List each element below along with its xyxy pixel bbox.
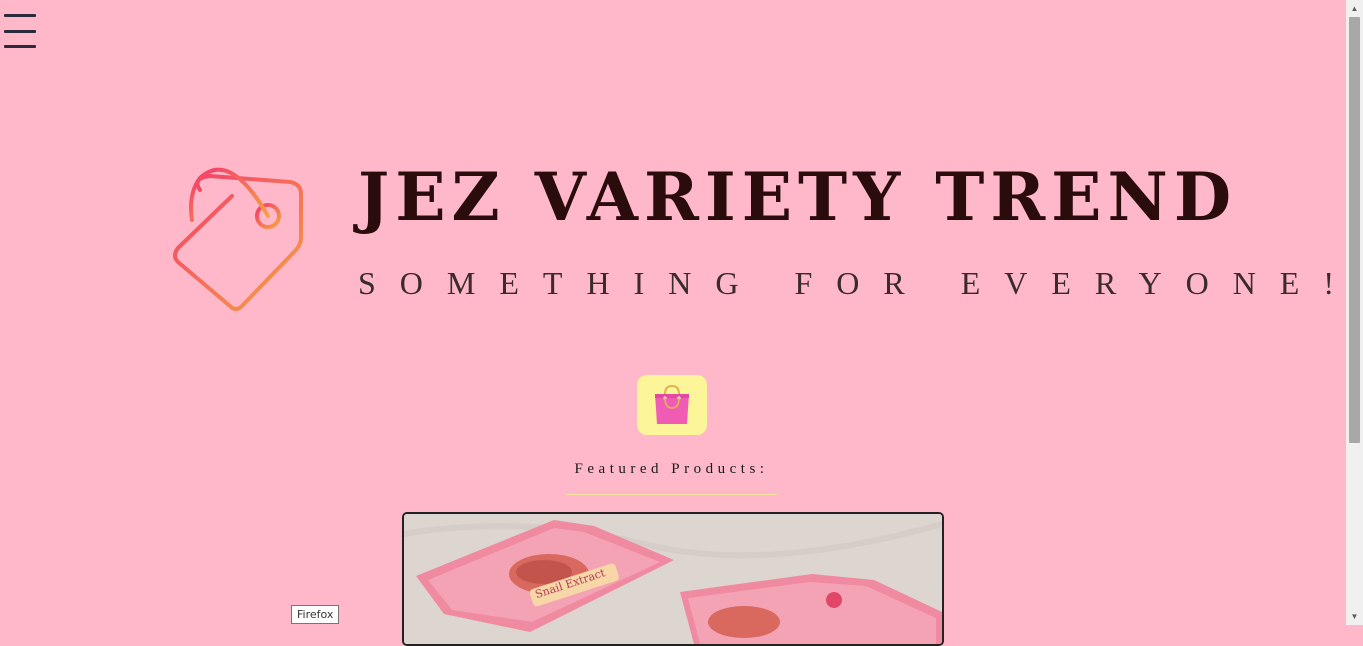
scroll-thumb[interactable] [1349,17,1360,443]
featured-products-heading: Featured Products: [574,461,769,477]
vertical-scrollbar[interactable]: ▲ ▼ [1346,0,1363,625]
hamburger-icon [4,45,36,48]
scroll-down-icon[interactable]: ▼ [1346,608,1363,625]
hamburger-icon [4,14,36,17]
menu-button[interactable] [4,14,36,48]
shopping-bag-button[interactable] [637,375,707,435]
tooltip: Firefox [291,605,340,624]
featured-product-card[interactable]: Snail Extract [402,512,944,646]
hamburger-icon [4,29,36,33]
brand-title: JEZ VARIETY TREND [358,158,1238,236]
shopping-bag-icon [655,384,689,424]
brand-tagline: SOMETHING FOR EVERYONE! [358,265,1358,301]
featured-divider [566,494,777,495]
scroll-up-icon[interactable]: ▲ [1346,0,1363,17]
price-tag-icon [173,167,303,311]
